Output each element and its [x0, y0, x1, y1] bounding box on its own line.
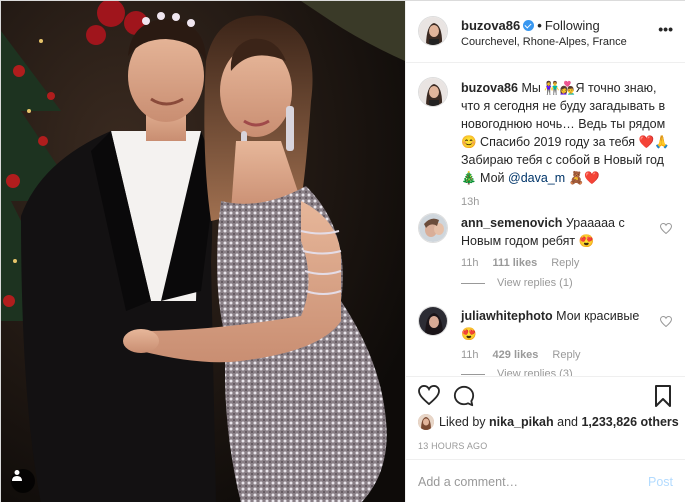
caption-mention[interactable]: @dava_m — [508, 171, 565, 185]
likes-summary: Liked by nika_pikah and 1,233,826 others — [418, 414, 680, 430]
post-author-line: buzova86 • Following — [461, 18, 600, 33]
post-modal: buzova86 • Following Courchevel, Rhone-Alp… — [0, 0, 685, 502]
caption-avatar-image — [419, 78, 447, 106]
author-avatar-image — [419, 17, 447, 45]
caption-text-1: Мы 👫👩‍❤️‍👨 — [517, 81, 576, 95]
author-avatar[interactable] — [418, 16, 448, 46]
replies-line — [461, 282, 485, 284]
add-comment-input[interactable] — [418, 471, 628, 493]
comment-reply-button[interactable]: Reply — [551, 257, 579, 269]
post-time-ago[interactable]: 13 HOURS AGO — [418, 441, 487, 451]
post-header: buzova86 • Following Courchevel, Rhone-Alp… — [406, 1, 685, 63]
post-location[interactable]: Courchevel, Rhone-Alpes, France — [461, 36, 627, 48]
caption-text-2: Я точно знаю, что я сегодня не буду зага… — [461, 81, 670, 185]
caption-time[interactable]: 13h — [461, 196, 479, 208]
comment-heart-icon[interactable] — [660, 223, 672, 234]
author-username[interactable]: buzova86 — [461, 18, 520, 33]
likes-count[interactable]: 1,233,826 others — [581, 415, 678, 429]
caption-username[interactable]: buzova86 — [461, 81, 518, 95]
comment-meta: 11h 111 likes Reply — [461, 257, 593, 269]
comment-likes[interactable]: 111 likes — [493, 257, 538, 269]
caption-avatar[interactable] — [418, 77, 448, 107]
view-replies-button[interactable]: View replies (1) — [461, 277, 573, 289]
user-tag-button[interactable] — [11, 469, 35, 493]
likes-middle: and — [553, 415, 582, 429]
comments-section: buzova86 Мы 👫👩‍❤️‍👨Я точно знаю, что я с… — [406, 63, 685, 376]
post-panel: buzova86 • Following Courchevel, Rhone-Alp… — [405, 1, 685, 502]
comment-time[interactable]: 11h — [461, 257, 479, 269]
comment-meta: 11h 429 likes Reply — [461, 349, 595, 361]
liker-avatar-image — [418, 414, 434, 430]
following-button[interactable]: Following — [545, 18, 600, 33]
likes-prefix: Liked by — [439, 415, 490, 429]
comment-icon[interactable] — [453, 385, 475, 407]
photo-illustration — [1, 1, 405, 502]
verified-badge-icon — [523, 20, 535, 31]
comment-text: juliawhitephoto Мои красивые 😍 — [461, 307, 646, 343]
replies-line — [461, 373, 485, 375]
bookmark-icon[interactable] — [654, 385, 672, 407]
view-replies-label: View replies (1) — [497, 277, 573, 289]
post-comment-button[interactable]: Post — [648, 475, 673, 489]
commenter-avatar-image — [419, 214, 447, 242]
comment-username[interactable]: juliawhitephoto — [461, 309, 553, 323]
post-caption: buzova86 Мы 👫👩‍❤️‍👨Я точно знаю, что я с… — [461, 79, 673, 187]
comment-username[interactable]: ann_semenovich — [461, 216, 562, 230]
comment-reply-button[interactable]: Reply — [552, 349, 580, 361]
view-replies-label: View replies (3) — [497, 368, 573, 376]
post-photo[interactable] — [1, 1, 405, 502]
comment-time[interactable]: 11h — [461, 349, 479, 361]
heart-icon[interactable] — [418, 385, 440, 405]
caption-text-3: 🧸❤️ — [565, 171, 600, 185]
more-options-icon[interactable]: ••• — [658, 21, 673, 37]
comment-likes[interactable]: 429 likes — [493, 349, 539, 361]
comment-text: ann_semenovich Урааааа с Новым годом реб… — [461, 214, 646, 250]
separator-dot: • — [537, 18, 542, 33]
liker-username[interactable]: nika_pikah — [489, 415, 554, 429]
view-replies-button[interactable]: View replies (3) — [461, 368, 573, 376]
commenter-avatar[interactable] — [418, 213, 448, 243]
liker-avatar[interactable] — [418, 414, 434, 430]
comment-heart-icon[interactable] — [660, 316, 672, 327]
post-actions — [406, 376, 685, 416]
user-tag-icon — [12, 470, 22, 481]
commenter-avatar-image — [419, 307, 447, 335]
add-comment-bar: Post — [406, 459, 685, 502]
commenter-avatar[interactable] — [418, 306, 448, 336]
